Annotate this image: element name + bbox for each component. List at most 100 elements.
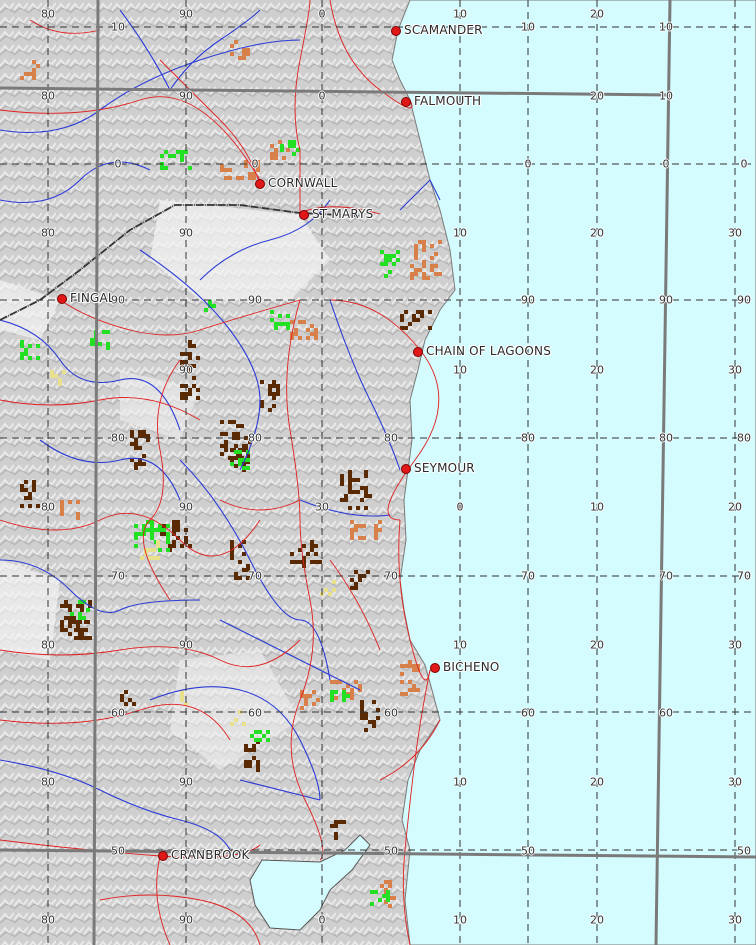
land-cover-cell [306,336,310,340]
town-label-fingal[interactable]: FINGAL [70,291,115,305]
land-cover-cell [54,374,58,378]
land-cover-cell [246,48,250,52]
land-cover-cell [314,552,318,556]
land-cover-cell [224,176,228,180]
land-cover-cell [396,250,400,254]
land-cover-cell [254,738,258,742]
land-cover-cell [396,258,400,262]
land-cover-cell [236,432,240,436]
land-cover-cell [372,720,376,724]
land-cover-cell [354,570,358,574]
land-cover-cell [364,474,368,478]
grid-coordinate-label: 10 [590,500,604,514]
land-cover-cell [304,694,308,698]
land-cover-cell [244,748,248,752]
land-cover-cell [266,738,270,742]
land-cover-cell [348,474,352,478]
town-label-st-marys[interactable]: ST MARYS [312,207,373,221]
land-cover-cell [344,494,348,498]
land-cover-cell [220,432,224,436]
land-cover-cell [374,536,378,540]
grid-coordinate-label: 50 [521,844,535,858]
land-cover-cell [350,578,354,582]
town-marker-cornwall[interactable] [255,179,265,189]
land-cover-cell [420,310,424,314]
land-cover-cell [58,378,62,382]
land-cover-cell [152,556,156,560]
grid-coordinate-label: 20 [590,226,604,240]
land-cover-cell [410,272,414,276]
grid-coordinate-label: 80 [41,89,55,103]
land-cover-cell [348,482,352,486]
town-label-seymour[interactable]: SEYMOUR [414,461,475,475]
town-marker-chain-of-lagoons[interactable] [413,347,423,357]
land-cover-cell [434,264,438,268]
town-label-cornwall[interactable]: CORNWALL [268,176,338,190]
grid-coordinate-label: 90 [179,500,193,514]
land-cover-cell [370,902,374,906]
town-marker-bicheno[interactable] [430,663,440,673]
town-marker-st-marys[interactable] [299,210,309,220]
town-marker-fingal[interactable] [57,294,67,304]
land-cover-cell [268,408,272,412]
land-cover-cell [354,680,358,684]
land-cover-cell [246,52,250,56]
land-cover-cell [272,396,276,400]
land-cover-cell [404,326,408,330]
land-cover-cell [234,444,238,448]
land-cover-cell [168,544,172,548]
town-label-cranbrook[interactable]: CRANBROOK [171,848,250,862]
land-cover-cell [180,384,184,388]
town-label-chain-of-lagoons[interactable]: CHAIN OF LAGOONS [426,344,551,358]
land-cover-cell [248,764,252,768]
land-cover-cell [238,462,242,466]
town-marker-seymour[interactable] [401,464,411,474]
grid-coordinate-label: 80 [111,431,125,445]
town-label-falmouth[interactable]: FALMOUTH [414,94,481,108]
land-cover-cell [308,694,312,698]
land-cover-cell [20,76,24,80]
land-cover-cell [138,434,142,438]
grid-coordinate-label: 50 [384,844,398,858]
land-cover-cell [328,592,332,596]
land-cover-cell [102,330,106,334]
land-cover-cell [250,734,254,738]
land-cover-cell [224,444,228,448]
land-cover-cell [352,478,356,482]
land-cover-cell [128,698,132,702]
town-marker-cranbrook[interactable] [158,851,168,861]
topographic-map[interactable]: SCAMANDER FALMOUTH CORNWALL ST MARYS FINGAL C… [0,0,756,945]
land-cover-cell [220,452,224,456]
town-marker-falmouth[interactable] [401,97,411,107]
land-cover-cell [290,320,294,324]
land-cover-cell [270,310,274,314]
land-cover-cell [374,524,378,528]
land-cover-cell [90,338,94,342]
land-cover-cell [238,560,242,564]
grid-coordinate-label: 70 [737,569,751,583]
land-cover-cell [166,540,170,544]
land-cover-cell [32,484,36,488]
land-cover-cell [230,552,234,556]
land-cover-cell [242,56,246,60]
land-cover-cell [134,442,138,446]
land-cover-cell [364,506,368,510]
land-cover-cell [346,694,350,698]
land-cover-cell [408,688,412,692]
land-cover-cell [270,152,274,156]
land-cover-cell [238,450,242,454]
grid-coordinate-label: 90 [521,293,535,307]
grid-coordinate-label: 80 [737,431,751,445]
land-cover-cell [242,552,246,556]
town-label-scamander[interactable]: SCAMANDER [404,23,483,37]
grid-coordinate-label: 0 [114,157,122,171]
land-cover-cell [376,716,380,720]
land-cover-cell [160,166,164,170]
land-cover-cell [388,258,392,262]
town-label-bicheno[interactable]: BICHENO [443,660,500,674]
land-cover-cell [176,524,180,528]
land-cover-cell [76,512,80,516]
town-marker-scamander[interactable] [391,26,401,36]
land-cover-cell [334,820,338,824]
land-cover-cell [274,148,278,152]
